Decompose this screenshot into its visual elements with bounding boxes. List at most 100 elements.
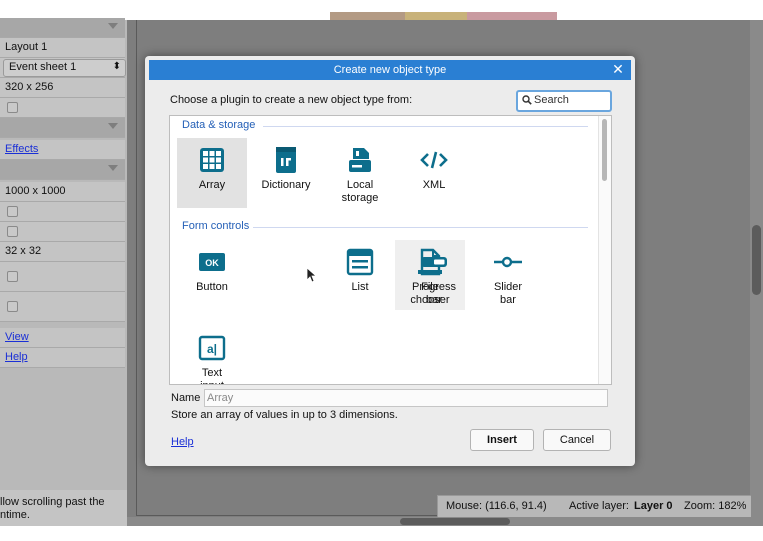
property-row: Layout 1 [0, 38, 125, 58]
plugin-label: List [351, 281, 369, 293]
plugin-label: Button [196, 281, 228, 293]
plugin-xml[interactable]: XML [399, 138, 469, 208]
active-layer-label: Active layer: [569, 500, 629, 512]
effects-link[interactable]: Effects [5, 143, 38, 155]
property-row: View [0, 328, 125, 348]
search-box[interactable] [516, 90, 612, 112]
plugin-button[interactable]: OK Button [177, 240, 247, 310]
category-divider [253, 227, 588, 228]
collapse-arrow-icon [108, 123, 118, 129]
dialog-title-bar: Create new object type ✕ [149, 60, 631, 80]
event-sheet-select[interactable]: Event sheet 1 ⬍ [3, 59, 126, 77]
property-row: 1000 x 1000 [0, 182, 125, 202]
bottom-strip [0, 526, 763, 541]
plugin-list-scrollbar[interactable] [598, 116, 611, 384]
plugin-label: Array [198, 179, 226, 191]
plugin-local-storage[interactable]: Local storage [325, 138, 395, 208]
plugin-label: Dictionary [261, 179, 311, 191]
category-data-storage: Data & storage [182, 119, 256, 131]
property-grid-size: 32 x 32 [5, 245, 42, 257]
property-row: 32 x 32 [0, 242, 125, 262]
property-row: 320 x 256 [0, 78, 125, 98]
property-row: Help [0, 348, 125, 368]
collapse-arrow-icon [108, 23, 118, 29]
view-link[interactable]: View [5, 331, 29, 343]
dialog-help-link[interactable]: Help [171, 436, 194, 448]
dialog-prompt: Choose a plugin to create a new object t… [170, 94, 413, 106]
list-icon [346, 248, 374, 276]
progress-bar-icon [421, 257, 447, 267]
name-label: Name [171, 392, 201, 404]
status-bar: Mouse: (116.6, 91.4) Active layer: Layer… [437, 495, 751, 517]
property-layout-size: 1000 x 1000 [5, 185, 66, 197]
plugin-slider-bar[interactable]: Slider bar [473, 240, 543, 310]
property-row: Effects [0, 140, 125, 160]
plugin-list-scrollbar-thumb[interactable] [602, 119, 607, 181]
name-input[interactable] [207, 391, 597, 405]
property-checkbox[interactable] [7, 271, 18, 282]
event-sheet-select-value: Event sheet 1 [9, 61, 77, 73]
plugin-dictionary[interactable]: Dictionary [251, 138, 321, 208]
property-row [0, 262, 125, 292]
vertical-scrollbar-thumb[interactable] [752, 225, 761, 295]
up-down-arrows-icon: ⬍ [112, 61, 121, 72]
property-description: llow scrolling past the ntime. [0, 490, 127, 526]
property-checkbox[interactable] [7, 206, 18, 217]
code-brackets-icon [420, 151, 448, 169]
horizontal-scrollbar-thumb[interactable] [400, 518, 510, 525]
mouse-position: Mouse: (116.6, 91.4) [446, 500, 547, 512]
local-storage-icon [349, 148, 371, 172]
slider-icon [494, 256, 522, 268]
property-row: Event sheet 1 ⬍ [0, 58, 126, 78]
plugin-list-item[interactable]: List [325, 240, 395, 310]
plugin-label: Slider bar [493, 281, 523, 306]
plugin-progress-bar[interactable]: Progress bar [399, 240, 469, 310]
section-header[interactable] [0, 160, 125, 180]
category-divider [263, 126, 588, 127]
property-checkbox[interactable] [7, 301, 18, 312]
close-icon[interactable]: ✕ [611, 60, 625, 80]
property-checkbox[interactable] [7, 102, 18, 113]
property-description-line: ntime. [0, 509, 30, 521]
active-layer-value: Layer 0 [634, 500, 673, 512]
plugin-array[interactable]: Array [177, 138, 247, 208]
create-object-dialog: Create new object type ✕ Choose a plugin… [145, 56, 635, 466]
plugin-description: Store an array of values in up to 3 dime… [171, 409, 398, 421]
plugin-text-input[interactable]: a| Textinput [177, 326, 247, 384]
category-form-controls: Form controls [182, 220, 250, 232]
background-image-strip [467, 12, 557, 20]
search-input[interactable] [534, 93, 604, 107]
grid-icon [200, 148, 224, 172]
plugin-label: Progress bar [411, 281, 457, 306]
name-field[interactable] [204, 389, 608, 407]
plugin-label: Textinput [200, 367, 224, 384]
property-checkbox[interactable] [7, 226, 18, 237]
property-description-line: llow scrolling past the [0, 496, 105, 508]
help-link[interactable]: Help [5, 351, 28, 363]
effects-section-header[interactable] [0, 118, 125, 138]
property-size: 320 x 256 [5, 81, 54, 93]
property-row [0, 98, 125, 118]
plugin-label: XML [422, 179, 446, 191]
background-image-strip [330, 12, 405, 20]
plugin-label: Local storage [341, 179, 379, 204]
zoom-level: Zoom: 182% [684, 500, 747, 512]
property-row [0, 292, 125, 322]
plugin-list[interactable]: Data & storage Array Dictionary Local st… [169, 115, 612, 385]
svg-text:a|: a| [207, 342, 217, 356]
dialog-title: Create new object type [333, 64, 447, 76]
text-input-icon: a| [198, 335, 226, 361]
dictionary-icon [276, 147, 296, 173]
svg-text:OK: OK [205, 258, 219, 268]
properties-panel: Layout 1 Event sheet 1 ⬍ 320 x 256 Effec… [0, 18, 127, 526]
insert-button[interactable]: Insert [470, 429, 534, 451]
property-row [0, 222, 125, 242]
ok-button-icon: OK [199, 253, 225, 271]
property-row [0, 202, 125, 222]
cancel-button[interactable]: Cancel [543, 429, 611, 451]
collapse-arrow-icon [108, 165, 118, 171]
search-icon [522, 95, 532, 105]
mouse-cursor-icon [306, 267, 316, 283]
properties-section-header[interactable] [0, 18, 125, 38]
property-layout-name: Layout 1 [5, 41, 48, 53]
